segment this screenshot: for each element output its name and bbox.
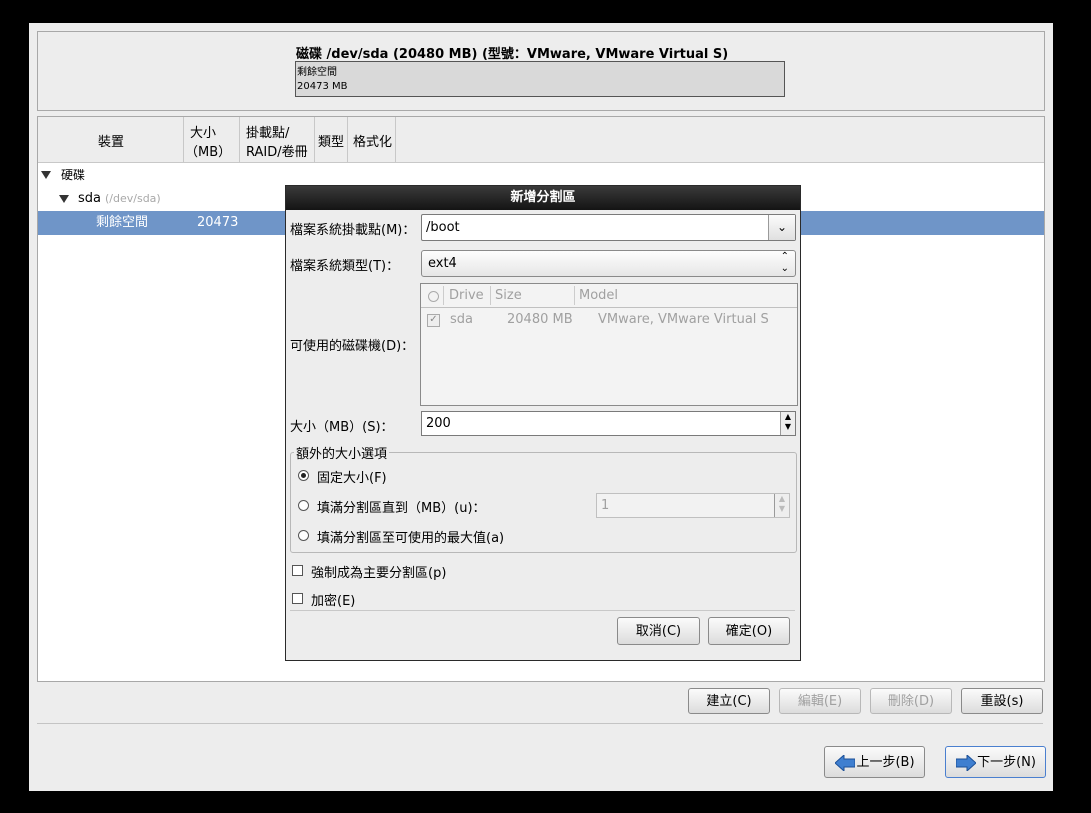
spin-arrows-icon[interactable]: ▲ ▼ xyxy=(774,494,789,517)
ok-button[interactable]: 確定(O) xyxy=(708,617,790,645)
separator xyxy=(37,723,1043,724)
size-label: 大小（MB）(S)： xyxy=(290,420,394,435)
reset-button[interactable]: 重設(s) xyxy=(961,688,1043,714)
drives-table-header: Drive Size Model xyxy=(421,284,797,308)
fill-upto-radio[interactable] xyxy=(298,500,309,511)
mount-point-value: /boot xyxy=(426,220,460,235)
create-button[interactable]: 建立(C) xyxy=(688,688,770,714)
fill-upto-value: 1 xyxy=(601,498,610,513)
disk-title: 磁碟 /dev/sda (20480 MB) (型號：VMware, VMwar… xyxy=(296,47,729,62)
header-drive[interactable]: Drive xyxy=(449,284,484,307)
chevron-down-icon[interactable]: ⌄ xyxy=(768,215,795,240)
force-primary-label[interactable]: 強制成為主要分割區(p) xyxy=(311,562,446,581)
fixed-size-radio[interactable] xyxy=(298,470,309,481)
select-all-radio[interactable] xyxy=(428,291,439,302)
drive-name: sda xyxy=(450,312,473,327)
fill-max-radio[interactable] xyxy=(298,530,309,541)
edit-button[interactable]: 編輯(E) xyxy=(779,688,861,714)
back-button[interactable]: 上一步(B) xyxy=(824,746,925,778)
cancel-button[interactable]: 取消(C) xyxy=(617,617,700,645)
fs-type-value: ext4 xyxy=(428,256,457,271)
mount-point-label: 檔案系統掛載點(M)： xyxy=(290,223,416,238)
disk-free-label: 剩餘空間 xyxy=(297,67,337,78)
extra-size-options-label: 額外的大小選項 xyxy=(294,443,390,462)
spin-arrows-icon[interactable]: ▲ ▼ xyxy=(780,412,795,435)
force-primary-checkbox[interactable] xyxy=(292,565,303,576)
delete-button[interactable]: 刪除(D) xyxy=(870,688,952,714)
disk-path: (/dev/sda) xyxy=(105,192,161,205)
drive-size: 20480 MB xyxy=(507,312,573,327)
size-value: 200 xyxy=(426,416,451,431)
arrow-right-icon xyxy=(956,755,976,771)
header-model[interactable]: Model xyxy=(579,284,618,307)
drives-label: 可使用的磁碟機(D)： xyxy=(290,339,415,354)
column-mount-point[interactable]: 掛載點/ RAID/卷冊 xyxy=(240,117,315,162)
add-partition-dialog: 新增分割區 檔案系統掛載點(M)： /boot ⌄ 檔案系統類型(T)： ext… xyxy=(285,185,801,661)
drive-row[interactable]: ✓ sda 20480 MB VMware, VMware Virtual S xyxy=(421,308,797,332)
column-format[interactable]: 格式化 xyxy=(348,117,396,162)
fill-upto-label[interactable]: 填滿分割區直到（MB）(u)： xyxy=(317,497,486,516)
free-space-label: 剩餘空間 xyxy=(96,215,149,230)
up-down-icon: ⌃ ⌄ xyxy=(780,251,789,274)
fill-upto-spinbox[interactable]: 1 ▲ ▼ xyxy=(596,493,790,518)
encrypt-label[interactable]: 加密(E) xyxy=(311,590,355,609)
installer-window: 磁碟 /dev/sda (20480 MB) (型號：VMware, VMwar… xyxy=(29,23,1053,791)
expander-icon[interactable] xyxy=(59,195,69,203)
dialog-separator xyxy=(290,610,795,611)
drive-model: VMware, VMware Virtual S xyxy=(598,312,769,327)
disk-summary-panel: 磁碟 /dev/sda (20480 MB) (型號：VMware, VMwar… xyxy=(37,31,1045,111)
drive-checkbox[interactable]: ✓ xyxy=(427,314,440,327)
encrypt-checkbox[interactable] xyxy=(292,593,303,604)
tree-row-hard-drives[interactable]: 硬碟 xyxy=(38,163,1044,187)
mount-point-combo[interactable]: /boot ⌄ xyxy=(421,214,796,241)
disk-free-size: 20473 MB xyxy=(297,81,348,92)
arrow-left-icon xyxy=(835,755,855,771)
disk-name: sda xyxy=(78,191,101,206)
size-spinbox[interactable]: 200 ▲ ▼ xyxy=(421,411,796,436)
group-label: 硬碟 xyxy=(61,168,86,182)
fs-type-select[interactable]: ext4 ⌃ ⌄ xyxy=(421,250,796,277)
tree-header: 裝置 大小 （MB） 掛載點/ RAID/卷冊 類型 格式化 xyxy=(38,117,1044,163)
header-size[interactable]: Size xyxy=(495,284,522,307)
column-size[interactable]: 大小 （MB） xyxy=(184,117,240,162)
disk-free-space-bar: 剩餘空間 20473 MB xyxy=(295,61,785,97)
column-device[interactable]: 裝置 xyxy=(38,117,184,162)
fixed-size-label[interactable]: 固定大小(F) xyxy=(317,467,387,486)
fill-max-label[interactable]: 填滿分割區至可使用的最大值(a) xyxy=(317,527,504,546)
column-type[interactable]: 類型 xyxy=(315,117,348,162)
fs-type-label: 檔案系統類型(T)： xyxy=(290,259,400,274)
drives-table[interactable]: Drive Size Model ✓ sda 20480 MB VMware, … xyxy=(420,283,798,406)
dialog-title: 新增分割區 xyxy=(286,186,800,210)
expander-icon[interactable] xyxy=(41,171,51,179)
next-button[interactable]: 下一步(N) xyxy=(945,746,1046,778)
free-space-size: 20473 xyxy=(197,215,239,230)
